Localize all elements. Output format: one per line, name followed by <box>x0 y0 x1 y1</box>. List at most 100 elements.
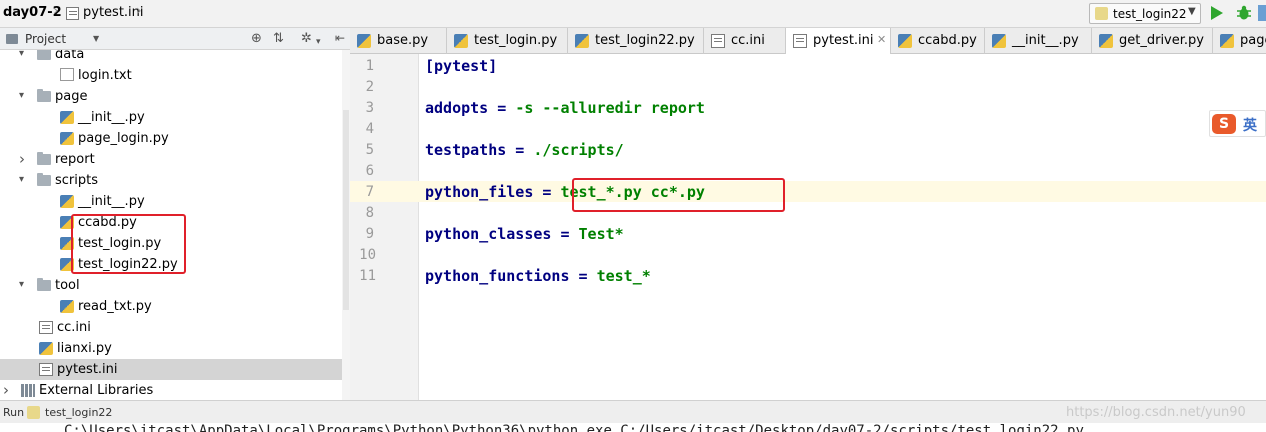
line-number: 8 <box>365 205 374 221</box>
tree-item[interactable]: › External Libraries <box>0 380 342 400</box>
line-number: 4 <box>365 121 374 137</box>
input-mode-label: 英 <box>1243 118 1257 134</box>
folder-icon <box>37 89 51 102</box>
editor-tab[interactable]: pytest.ini ✕ <box>786 28 891 54</box>
tree-item[interactable]: login.txt <box>0 65 342 86</box>
project-panel-header: Project ▼ ⊕ ⇅ ✲ ▾ <box>0 28 350 50</box>
breadcrumb-file[interactable]: pytest.ini <box>83 5 144 20</box>
editor-tab[interactable]: ccabd.py <box>891 28 985 54</box>
code-line[interactable]: [pytest] <box>425 57 497 75</box>
ini-file-icon <box>39 363 53 376</box>
chevron-down-icon[interactable]: ▾ <box>19 174 24 185</box>
code-line[interactable]: addopts = -s --alluredir report <box>425 99 705 117</box>
editor-tab[interactable]: base.py <box>350 28 447 54</box>
line-number: 6 <box>365 163 374 179</box>
close-icon[interactable]: ✕ <box>877 33 886 46</box>
tree-item[interactable]: ▾ tool <box>0 275 342 296</box>
editor-tab[interactable]: test_login.py <box>447 28 568 54</box>
python-file-icon <box>39 342 53 355</box>
python-file-icon <box>60 111 74 124</box>
folder-icon <box>37 50 51 60</box>
tree-item[interactable]: pytest.ini <box>0 359 342 380</box>
editor-tab-label: cc.ini <box>731 33 765 48</box>
chevron-down-icon[interactable]: ▾ <box>19 279 24 290</box>
line-number: 2 <box>365 79 374 95</box>
project-panel-title[interactable]: Project <box>25 32 66 46</box>
line-number: 1 <box>365 58 374 74</box>
chevron-down-icon[interactable]: ▼ <box>93 34 99 43</box>
toolbar-more-icon[interactable] <box>1258 5 1266 21</box>
tree-item[interactable]: ▾ data <box>0 50 342 65</box>
run-play-icon[interactable] <box>1211 6 1223 20</box>
tree-item[interactable]: cc.ini <box>0 317 342 338</box>
editor-tab-label: pytest.ini <box>813 33 874 48</box>
editor-tab-label: get_driver.py <box>1119 33 1204 48</box>
editor-tab-label: ccabd.py <box>918 33 977 48</box>
code-key: python_classes = <box>425 225 579 243</box>
code-value: test_* <box>596 267 651 285</box>
chevron-down-icon[interactable]: ▾ <box>19 90 24 101</box>
ini-file-icon <box>711 34 725 48</box>
editor-tab-label: page <box>1240 33 1266 48</box>
tree-item[interactable]: read_txt.py <box>0 296 342 317</box>
code-line[interactable]: testpaths = ./scripts/ <box>425 141 624 159</box>
line-number: 11 <box>359 268 376 284</box>
tree-item[interactable]: ▾ scripts <box>0 170 342 191</box>
chevron-down-icon: ▼ <box>1188 6 1196 17</box>
tree-scrollbar[interactable] <box>342 50 350 400</box>
python-file-icon <box>60 132 74 145</box>
tree-item[interactable]: › report <box>0 149 342 170</box>
tree-item-label: cc.ini <box>57 320 91 335</box>
tree-item[interactable]: lianxi.py <box>0 338 342 359</box>
tree-item[interactable]: __init__.py <box>0 191 342 212</box>
collapse-all-icon[interactable]: ⇅ <box>273 32 284 46</box>
tree-item-label: External Libraries <box>39 383 154 398</box>
tree-item-label: report <box>55 152 95 167</box>
highlight-box-test-files <box>71 214 186 274</box>
tree-item[interactable]: page_login.py <box>0 128 342 149</box>
tree-item[interactable]: ▾ page <box>0 86 342 107</box>
tree-item[interactable]: __init__.py <box>0 107 342 128</box>
editor-tab[interactable]: get_driver.py <box>1092 28 1213 54</box>
ini-file-icon <box>793 34 807 48</box>
code-key: [pytest] <box>425 57 498 75</box>
line-number: 10 <box>359 247 376 263</box>
locate-target-icon[interactable]: ⊕ <box>251 32 262 46</box>
input-method-widget[interactable]: S 英 <box>1209 110 1266 137</box>
tree-item-label: pytest.ini <box>57 362 118 377</box>
editor-tab[interactable]: __init__.py <box>985 28 1092 54</box>
tree-item-label: page_login.py <box>78 131 169 146</box>
tree-item-label: lianxi.py <box>57 341 112 356</box>
code-line[interactable]: python_classes = Test* <box>425 225 624 243</box>
ini-file-icon <box>39 321 53 334</box>
run-label[interactable]: Run <box>3 406 24 419</box>
run-configuration-label: test_login22 <box>1113 7 1187 21</box>
editor-tab[interactable]: test_login22.py <box>568 28 704 54</box>
gear-icon[interactable]: ✲ <box>301 32 312 46</box>
run-configuration-select[interactable]: test_login22 ▼ <box>1089 3 1201 24</box>
chevron-right-icon[interactable]: › <box>3 381 9 399</box>
line-number: 3 <box>365 100 374 116</box>
chevron-down-icon[interactable]: ▾ <box>19 50 24 59</box>
python-file-icon <box>60 300 74 313</box>
python-file-icon <box>1220 34 1234 48</box>
run-config-name[interactable]: test_login22 <box>45 406 112 419</box>
code-value: Test* <box>578 225 624 243</box>
code-line[interactable]: python_functions = test_* <box>425 267 651 285</box>
python-file-icon <box>575 34 589 48</box>
folder-icon <box>37 278 51 291</box>
ini-file-icon <box>66 7 79 20</box>
hide-panel-icon[interactable]: ⇤ <box>332 28 350 50</box>
python-file-icon <box>992 34 1006 48</box>
debug-bug-icon[interactable] <box>1236 5 1252 21</box>
navigation-bar: day07-2 › pytest.ini › test_login22 ▼ <box>0 0 1266 28</box>
code-key: python_files = <box>425 183 561 201</box>
python-run-config-icon <box>1095 7 1108 20</box>
line-number: 5 <box>365 142 374 158</box>
chevron-right-icon[interactable]: › <box>19 150 25 168</box>
editor-tab[interactable]: cc.ini <box>704 28 786 54</box>
gear-dropdown-icon[interactable]: ▾ <box>316 35 321 49</box>
line-number: 7 <box>365 184 374 200</box>
editor-tab[interactable]: page <box>1213 28 1266 54</box>
project-icon <box>6 34 18 44</box>
